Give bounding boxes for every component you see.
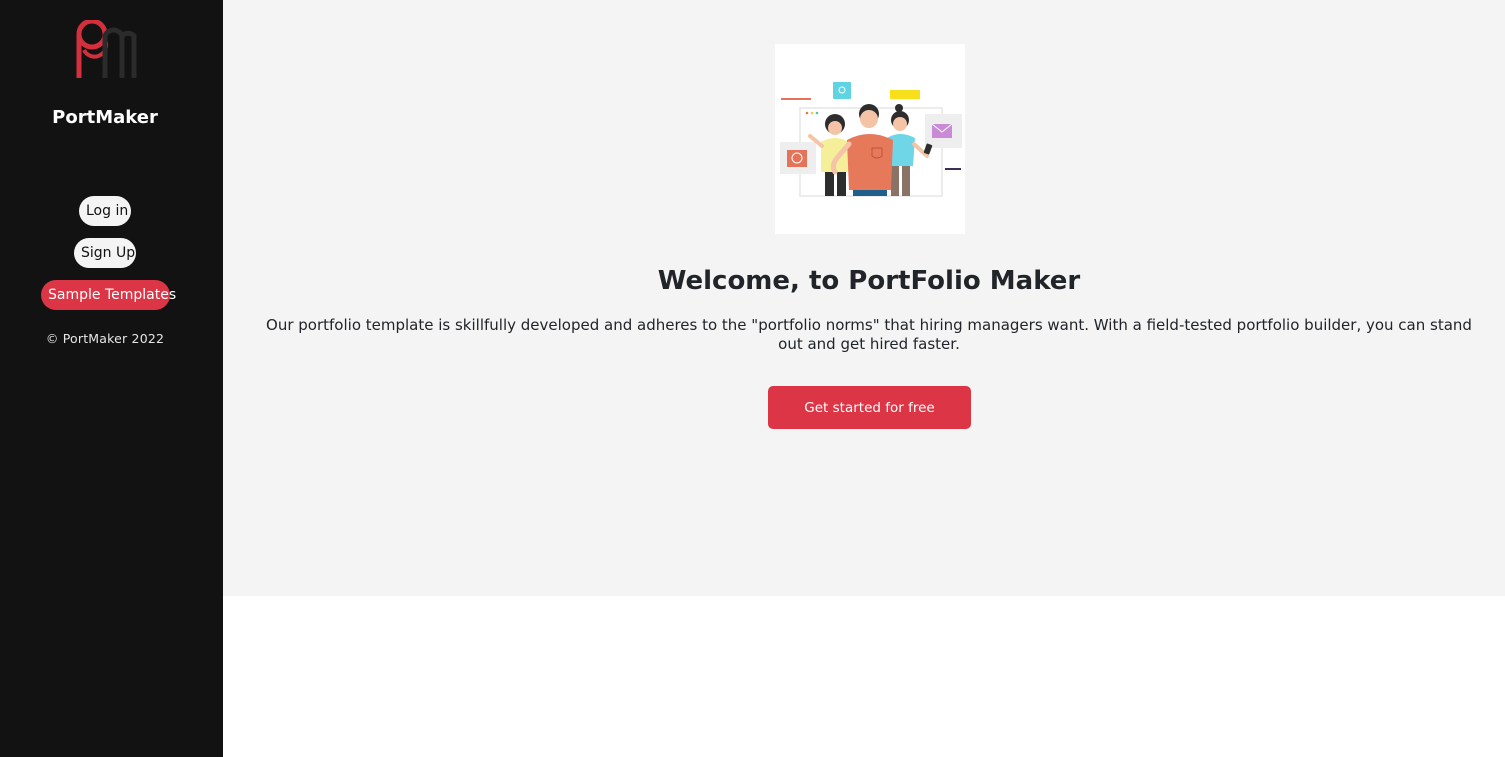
sample-templates-button[interactable]: Sample Templates	[41, 280, 176, 310]
team-illustration	[775, 44, 965, 234]
signup-button[interactable]: Sign Up	[74, 238, 136, 268]
copyright-text: © PortMaker 2022	[45, 331, 165, 346]
hero-section: Welcome, to PortFolio Maker Our portfoli…	[223, 0, 1505, 596]
page-title: Welcome, to PortFolio Maker	[657, 266, 1081, 296]
get-started-button[interactable]: Get started for free	[768, 386, 971, 429]
login-button[interactable]: Log in	[79, 196, 131, 226]
brand-name: PortMaker	[52, 107, 158, 128]
sidebar: PortMaker Log in Sign Up Sample Template…	[0, 0, 223, 757]
portmaker-logo[interactable]	[75, 20, 137, 82]
hero-description: Our portfolio template is skillfully dev…	[266, 316, 1472, 353]
